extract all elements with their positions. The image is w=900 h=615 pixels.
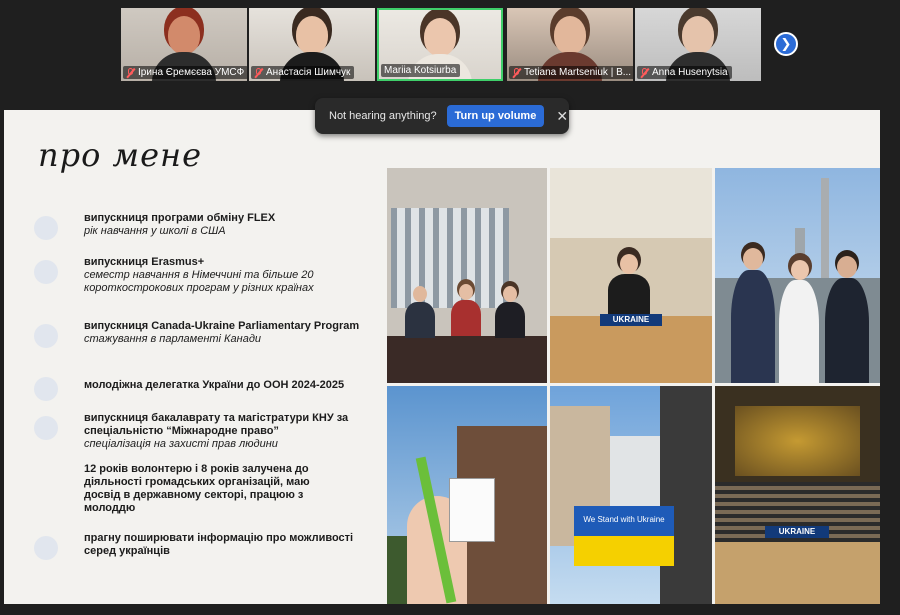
photo-new-york [715, 168, 880, 383]
participant-name-tag: Ірина Єремєєва УМСФ [123, 66, 247, 79]
bullet-subtitle: спеціалізація на захисті прав людини [84, 438, 278, 450]
bullet-title: прагну поширювати інформацію про можливо… [84, 532, 354, 557]
participant-tile[interactable]: Анастасія Шимчук [249, 8, 375, 81]
participant-name-tag: Tetiana Martseniuk | B... [509, 66, 633, 79]
next-participants-button[interactable]: ❯ [774, 32, 798, 56]
participant-tile[interactable]: Tetiana Martseniuk | B... [507, 8, 633, 81]
participant-name: Mariia Kotsiurba [384, 65, 457, 76]
bullet-dot-icon [34, 536, 58, 560]
ukraine-nameplate: UKRAINE [600, 314, 662, 326]
bullet-subtitle: рік навчання у школі в США [84, 225, 226, 237]
bullet-dot-icon [34, 377, 58, 401]
close-icon[interactable]: ✕ [556, 108, 568, 125]
participant-name-tag: Анастасія Шимчук [251, 66, 355, 79]
chevron-right-icon: ❯ [780, 36, 792, 51]
participant-tile[interactable]: Anna Husenytsia [635, 8, 761, 81]
mic-muted-icon [254, 67, 263, 78]
turn-up-volume-button[interactable]: Turn up volume [446, 105, 545, 127]
participant-tile-active-speaker[interactable]: Mariia Kotsiurba [377, 8, 503, 81]
participant-name: Anna Husenytsia [652, 67, 728, 78]
bullet-dot-icon [34, 324, 58, 348]
bullet-title: випускниця Canada-Ukraine Parliamentary … [84, 320, 360, 332]
ukraine-nameplate-assembly: UKRAINE [765, 526, 829, 538]
list-item: 12 років волонтерю і 8 років залучена до… [34, 463, 314, 515]
bullet-title: молодіжна делегатка України до ООН 2024-… [84, 379, 345, 391]
list-item: випускниця Erasmus+ семестр навчання в Ні… [34, 256, 374, 295]
bullet-dot-icon [34, 216, 58, 240]
list-item: молодіжна делегатка України до ООН 2024-… [34, 373, 374, 401]
photo-collage: UKRAINE We Stand with Ukraine UKRAINE [387, 168, 880, 604]
bullet-title: випускниця бакалаврату та магістратури К… [84, 412, 349, 437]
list-item: випускниця Canada-Ukraine Parliamentary … [34, 320, 374, 348]
participant-name: Tetiana Martseniuk | B... [524, 67, 632, 78]
bullet-title: випускниця програми обміну FLEX [84, 212, 276, 224]
photo-panel-discussion [387, 168, 547, 383]
mic-muted-icon [126, 67, 135, 78]
photo-badge [387, 386, 547, 604]
bullet-title: випускниця Erasmus+ [84, 256, 205, 268]
participant-name-tag: Anna Husenytsia [637, 66, 732, 79]
participant-strip: Ірина Єремєєва УМСФ Анастасія Шимчук Mar… [121, 8, 761, 81]
shared-slide: про мене випускниця програми обміну FLEX… [4, 110, 880, 604]
notification-message: Not hearing anything? [329, 110, 437, 122]
list-item: випускниця бакалаврату та магістратури К… [34, 412, 352, 451]
list-item: випускниця програми обміну FLEX рік навча… [34, 212, 374, 240]
photo-un-desk: UKRAINE [550, 168, 712, 383]
participant-tile[interactable]: Ірина Єремєєва УМСФ [121, 8, 247, 81]
participant-name: Ірина Єремєєва УМСФ [138, 67, 245, 78]
participant-name-tag: Mariia Kotsiurba [381, 64, 461, 77]
bullet-title: 12 років волонтерю і 8 років залучена до… [84, 463, 310, 514]
photo-we-stand-with-ukraine: We Stand with Ukraine [550, 386, 712, 604]
bullet-subtitle: семестр навчання в Німеччині та більше 2… [84, 269, 314, 294]
audio-notification: Not hearing anything? Turn up volume ✕ [315, 98, 569, 134]
photo-general-assembly: UKRAINE [715, 386, 880, 604]
stand-with-ukraine-text: We Stand with Ukraine [583, 515, 665, 524]
bullet-dot-icon [34, 416, 58, 440]
bullet-dot-icon [34, 260, 58, 284]
list-item: прагну поширювати інформацію про можливо… [34, 532, 354, 560]
slide-title: про мене [38, 136, 203, 174]
mic-muted-icon [512, 67, 521, 78]
participant-name: Анастасія Шимчук [266, 67, 351, 78]
mic-muted-icon [640, 67, 649, 78]
bullet-subtitle: стажування в парламенті Канади [84, 333, 262, 345]
